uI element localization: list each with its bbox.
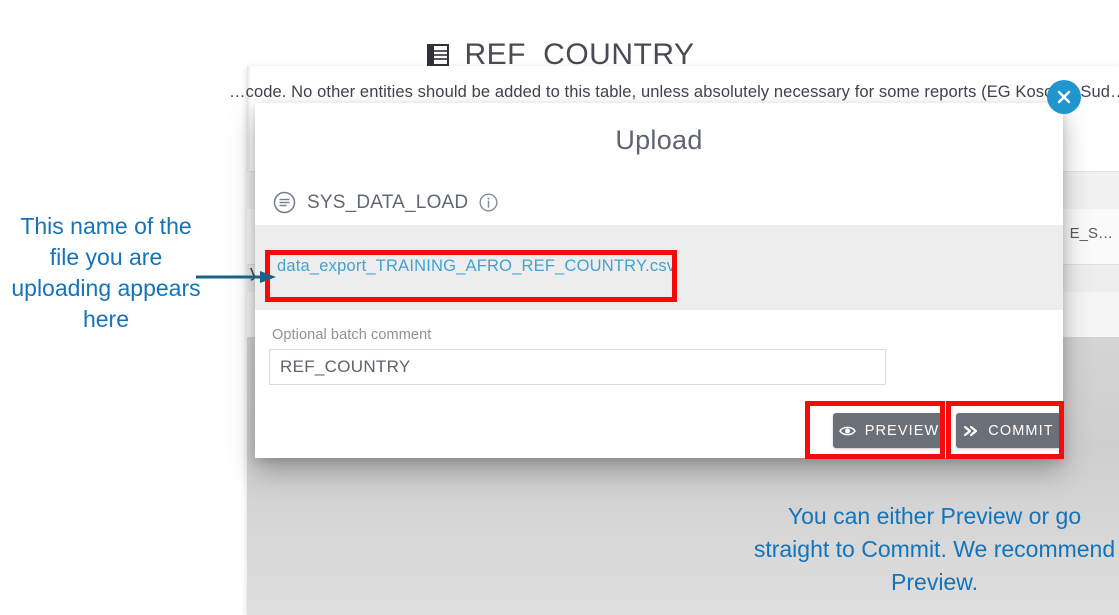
close-icon	[1056, 89, 1072, 105]
preview-button[interactable]: PREVIEW	[833, 413, 945, 448]
column-header-label: E_S…	[1069, 225, 1113, 242]
arrow-right-icon	[196, 268, 278, 286]
preview-button-label: PREVIEW	[864, 422, 940, 439]
data-loader-row: SYS_DATA_LOAD	[273, 191, 498, 214]
double-chevron-right-icon	[963, 425, 979, 437]
upload-dialog: Upload SYS_DATA_LOAD data_export_TRAININ…	[255, 103, 1063, 458]
table-icon	[425, 42, 451, 68]
data-loader-name: SYS_DATA_LOAD	[307, 191, 469, 213]
uploaded-file-link[interactable]: data_export_TRAINING_AFRO_REF_COUNTRY.cs…	[277, 257, 675, 276]
record-description: …code. No other entities should be added…	[229, 83, 1119, 101]
file-drop-zone[interactable]: data_export_TRAINING_AFRO_REF_COUNTRY.cs…	[255, 225, 1063, 310]
list-circle-icon	[273, 191, 296, 214]
batch-comment-input[interactable]	[269, 349, 886, 385]
annotation-file-name: This name of the file you are uploading …	[11, 213, 201, 332]
batch-comment-label: Optional batch comment	[272, 327, 432, 343]
eye-icon	[838, 425, 856, 437]
info-circle-icon[interactable]	[479, 193, 498, 212]
annotation-preview-commit: You can either Preview or go straight to…	[753, 503, 1116, 595]
dialog-title: Upload	[615, 125, 703, 155]
commit-button[interactable]: COMMIT	[956, 413, 1061, 448]
close-dialog-button[interactable]	[1047, 80, 1081, 114]
commit-button-label: COMMIT	[988, 422, 1054, 439]
